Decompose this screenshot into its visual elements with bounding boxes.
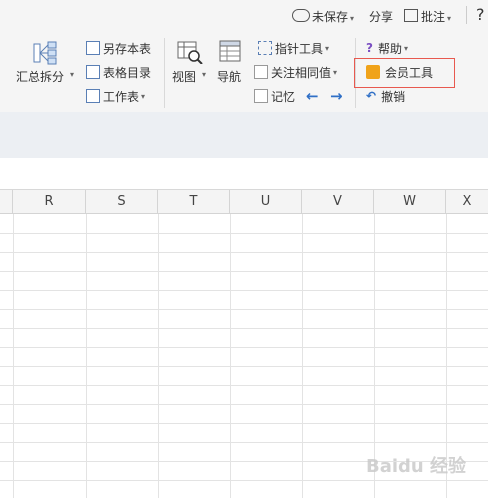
column-header-t[interactable]: T <box>158 190 230 214</box>
row-header-corner <box>0 190 13 214</box>
question-icon: ? <box>366 41 373 55</box>
cloud-icon <box>292 9 310 22</box>
view-icon <box>177 41 203 64</box>
navigation-button[interactable]: 导航 <box>214 40 248 102</box>
grid-line <box>0 366 488 367</box>
chevron-down-icon: ▾ <box>333 67 338 77</box>
grid-line <box>0 423 488 424</box>
grid-line <box>0 271 488 272</box>
focus-same-value-button[interactable]: 关注相同值 ▾ <box>254 62 337 82</box>
grid-line <box>0 252 488 253</box>
navigation-icon <box>219 40 241 62</box>
pointer-icon <box>258 41 272 55</box>
grid-line <box>0 309 488 310</box>
save-as-this-table-button[interactable]: 另存本表 <box>86 38 151 58</box>
undo-icon: ↶ <box>366 89 377 103</box>
grid-line <box>0 347 488 348</box>
share-label: 分享 <box>369 10 394 24</box>
grid-line <box>0 233 488 234</box>
remember-label: 记忆 <box>271 89 296 104</box>
help-menu-button[interactable]: ? 帮助 ▾ <box>366 38 408 58</box>
worksheet-icon <box>86 89 100 103</box>
watermark: Baidu 经验 <box>366 456 467 477</box>
view-button[interactable]: 视图 ▾ <box>170 40 210 102</box>
save-table-icon <box>86 41 100 55</box>
view-label: 视图 <box>172 70 197 84</box>
focus-icon <box>254 65 268 79</box>
table-directory-label: 表格目录 <box>103 65 152 80</box>
top-bar: 未保存 ▾ 分享 批注 ▾ ? <box>0 0 488 32</box>
help-label: ? <box>476 5 485 24</box>
formula-bar-area <box>0 112 488 158</box>
summary-split-icon <box>33 41 57 65</box>
help-button[interactable]: ? <box>476 5 485 24</box>
undo-button[interactable]: ↶ 撤销 <box>366 86 405 106</box>
ribbon-separator <box>164 38 165 108</box>
forward-arrow-button[interactable]: → <box>330 86 343 106</box>
grid-line <box>13 214 14 498</box>
help-menu-label: 帮助 <box>377 41 402 56</box>
arrow-right-icon: → <box>330 87 343 105</box>
arrow-left-icon: ← <box>306 87 319 105</box>
chevron-down-icon: ▾ <box>202 70 207 79</box>
chevron-down-icon: ▾ <box>325 43 330 53</box>
grid-line <box>158 214 159 498</box>
chevron-down-icon: ▾ <box>70 70 75 79</box>
grid-line <box>0 385 488 386</box>
unsaved-status[interactable]: 未保存 ▾ <box>292 8 354 25</box>
chevron-down-icon: ▾ <box>350 14 355 23</box>
remember-icon <box>254 89 268 103</box>
divider <box>466 6 467 24</box>
column-header-u[interactable]: U <box>230 190 302 214</box>
column-header-r[interactable]: R <box>13 190 86 214</box>
chevron-down-icon: ▾ <box>403 43 408 53</box>
back-arrow-button[interactable]: ← <box>306 86 319 106</box>
chevron-down-icon: ▾ <box>447 14 452 23</box>
remember-button[interactable]: 记忆 <box>254 86 295 106</box>
chevron-down-icon: ▾ <box>141 91 146 101</box>
pointer-tool-button[interactable]: 指针工具 ▾ <box>258 38 329 58</box>
table-directory-icon <box>86 65 100 79</box>
undo-label: 撤销 <box>381 89 406 104</box>
formula-row[interactable] <box>0 158 488 190</box>
comment-icon <box>404 9 418 22</box>
pointer-tool-label: 指针工具 <box>275 41 324 56</box>
worksheet-label: 工作表 <box>103 89 140 104</box>
grid-line <box>302 214 303 498</box>
column-header-v[interactable]: V <box>302 190 374 214</box>
highlight-box <box>354 58 455 88</box>
focus-same-value-label: 关注相同值 <box>271 65 332 80</box>
grid-line <box>0 442 488 443</box>
comment-button[interactable]: 批注 ▾ <box>404 8 451 25</box>
grid-line <box>86 214 87 498</box>
summary-split-label: 汇总拆分 <box>16 70 65 84</box>
worksheet-button[interactable]: 工作表 ▾ <box>86 86 145 106</box>
comment-label: 批注 <box>421 10 446 24</box>
column-header-w[interactable]: W <box>374 190 446 214</box>
navigation-label: 导航 <box>217 70 242 84</box>
grid-line <box>0 480 488 481</box>
column-header-x[interactable]: X <box>446 190 488 214</box>
save-as-label: 另存本表 <box>103 41 152 56</box>
unsaved-label: 未保存 <box>312 10 349 24</box>
grid-line <box>230 214 231 498</box>
table-directory-button[interactable]: 表格目录 <box>86 62 151 82</box>
column-header-s[interactable]: S <box>86 190 158 214</box>
grid-line <box>0 290 488 291</box>
summary-split-button[interactable]: 汇总拆分 ▾ <box>14 40 76 102</box>
share-button[interactable]: 分享 <box>369 8 393 25</box>
grid-line <box>0 404 488 405</box>
grid-line <box>0 328 488 329</box>
